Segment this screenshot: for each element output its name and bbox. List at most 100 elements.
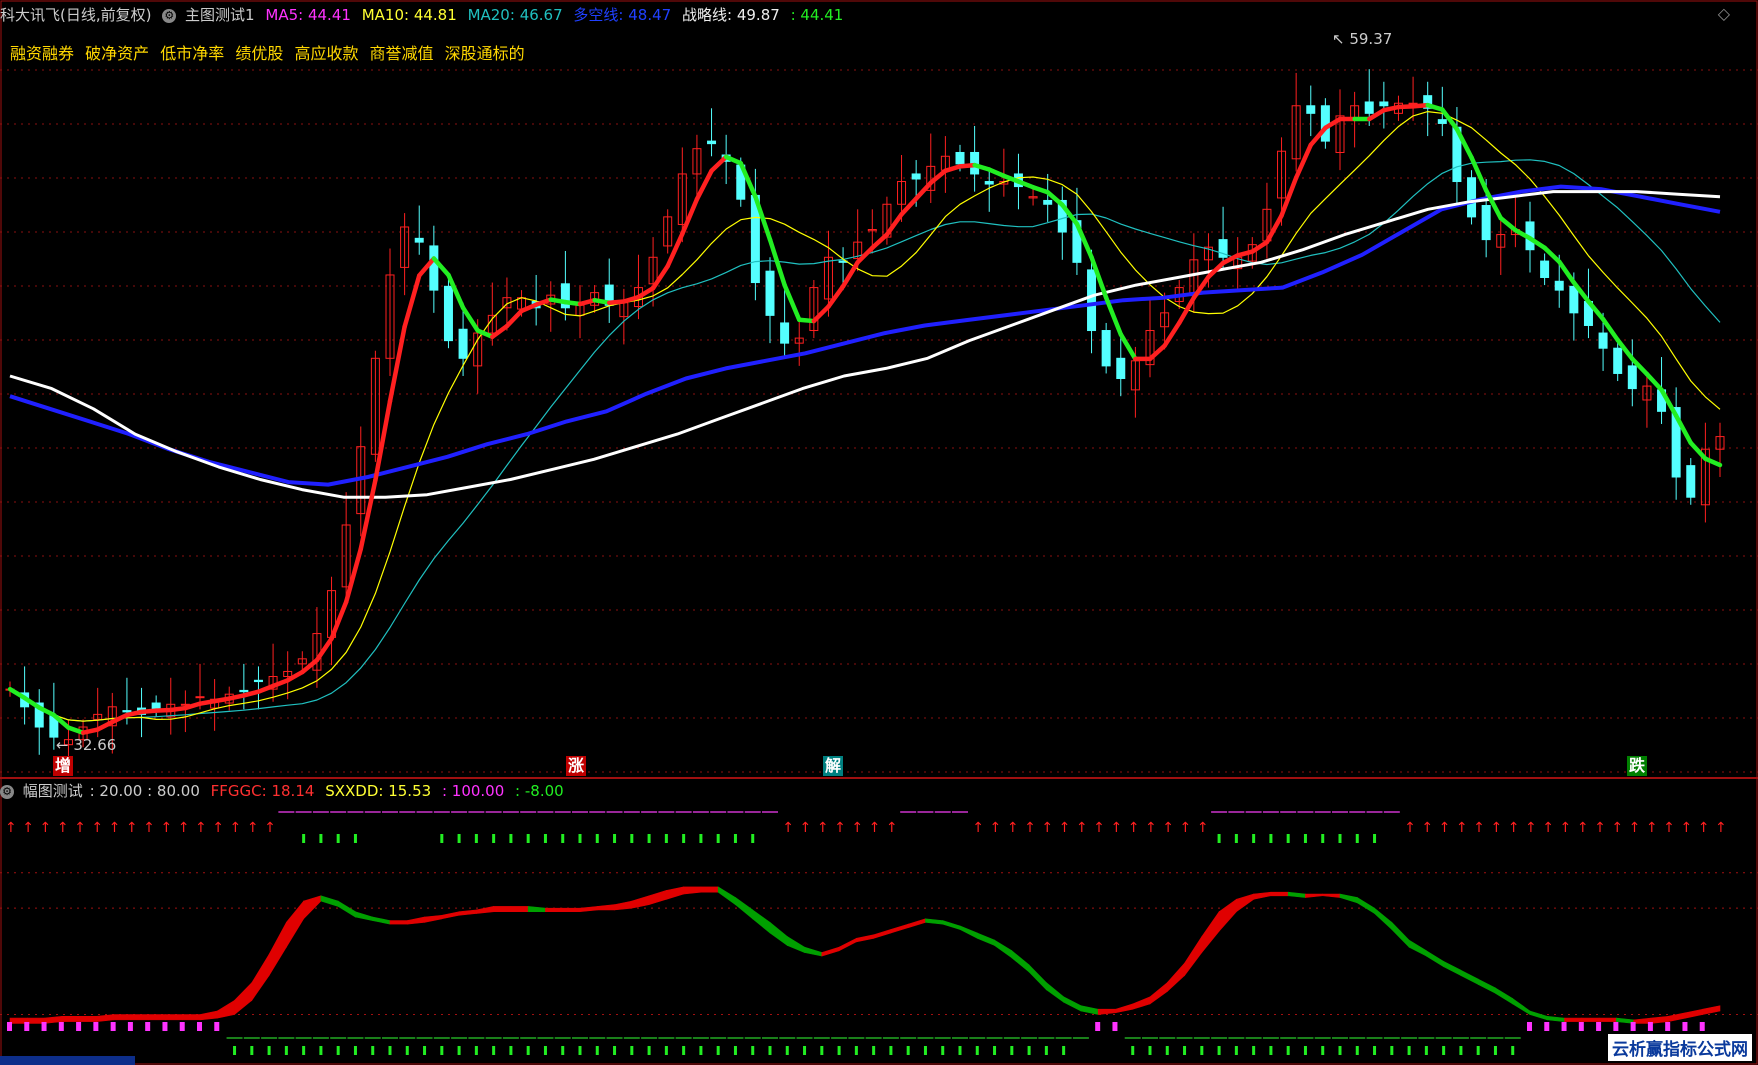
dkx-segment	[373, 398, 393, 483]
indicator-band	[804, 946, 823, 957]
green-tick-bottom	[492, 1046, 496, 1055]
indicator-band	[976, 932, 995, 946]
magenta-tick	[1682, 1022, 1688, 1031]
green-tick-bottom	[664, 1046, 668, 1055]
candle-body	[1087, 269, 1097, 332]
green-tick-bottom	[716, 1046, 720, 1055]
signal-increase: 增	[53, 756, 74, 776]
green-tick	[1269, 834, 1273, 843]
green-tick-bottom	[250, 1046, 254, 1055]
indicator-band	[441, 911, 460, 920]
ma5-label: MA5: 44.41	[265, 6, 351, 24]
up-arrow-icon: ↑	[57, 820, 69, 836]
value-neg8: : -8.00	[515, 782, 564, 800]
green-tick	[526, 834, 530, 843]
stock-title[interactable]: 科大讯飞(日线,前复权)	[0, 6, 151, 24]
last-value: : 44.41	[790, 6, 844, 24]
green-tick	[561, 834, 565, 843]
dkx-segment	[256, 683, 276, 694]
green-tick-bottom	[233, 1046, 237, 1055]
up-arrow-icon: ↑	[126, 820, 138, 836]
tag[interactable]: 低市净率	[160, 44, 224, 63]
sub-settings-icon[interactable]: ⚙	[0, 784, 14, 799]
tag[interactable]: 融资融券	[10, 44, 74, 63]
indicator-band	[1253, 891, 1272, 900]
dkx-segment	[460, 305, 480, 333]
date-indicator[interactable]	[0, 1056, 135, 1065]
candle-body	[955, 151, 965, 165]
up-arrow-icon: ↑	[1663, 820, 1675, 836]
indicator-band	[1132, 996, 1151, 1010]
diamond-icon[interactable]: ◇	[1718, 4, 1730, 23]
ma20-label: MA20: 46.67	[468, 6, 563, 24]
green-tick	[578, 834, 582, 843]
candle-body	[911, 173, 921, 180]
indicator-band	[579, 906, 598, 913]
green-tick	[457, 834, 461, 843]
green-tick-bottom	[1493, 1046, 1497, 1055]
indicator-band	[1218, 898, 1237, 933]
chart-name[interactable]: 主图测试1	[185, 6, 255, 24]
up-arrow-icon: ↑	[91, 820, 103, 836]
indicator-band	[147, 1014, 166, 1021]
stock-chart-window[interactable]: ↑ ↑ ↑ ↑ ↑ ↑ ↑ ↑ ↑ ↑ ↑ ↑ ↑ ↑ ↑ ↑ ↑ ↑ ↑ ↑ ↑ ↑ ↑ ↑ ↑ ↑ ↑ ↑ ↑ ↑ ↑ ↑ ↑ ↑ ↑ ↑ ↑ ↑ ↑ ↑…	[0, 0, 1758, 1065]
up-arrow-icon: ↑	[782, 820, 794, 836]
indicator-band	[303, 895, 322, 920]
ffggc-label-text: FFGGC:	[210, 782, 267, 800]
dkx-segment	[870, 232, 890, 251]
ma5-label-text: MA5:	[265, 6, 304, 24]
tag[interactable]: 绩优股	[235, 44, 283, 63]
green-tick-bottom	[837, 1046, 841, 1055]
settings-icon[interactable]: ⚙	[162, 8, 177, 23]
chart-canvas[interactable]: ↑ ↑ ↑ ↑ ↑ ↑ ↑ ↑ ↑ ↑ ↑ ↑ ↑ ↑ ↑ ↑ ↑ ↑ ↑ ↑ ↑ ↑ ↑ ↑ ↑ ↑ ↑ ↑ ↑ ↑ ↑ ↑ ↑ ↑ ↑ ↑ ↑ ↑ ↑ ↑…	[0, 0, 1758, 1065]
green-tick-bottom	[353, 1046, 357, 1055]
candle-body	[195, 696, 205, 699]
sub-chart-name[interactable]: 幅图测试	[23, 782, 83, 800]
green-tick-bottom	[785, 1046, 789, 1055]
indicator-band	[1546, 1015, 1565, 1022]
up-arrow-icon: ↑	[230, 820, 242, 836]
dkx-segment	[1264, 213, 1284, 245]
up-arrow-icon: ↑	[800, 820, 812, 836]
indicator-band	[1581, 1017, 1600, 1022]
indicator-band	[752, 909, 771, 934]
up-arrow-icon: ↑	[1560, 820, 1572, 836]
tag[interactable]: 高应收款	[294, 44, 358, 63]
green-tick	[1321, 834, 1325, 843]
dkx-segment	[943, 164, 963, 174]
signal-fall: 跌	[1627, 756, 1648, 776]
green-tick-bottom	[336, 1046, 340, 1055]
green-tick	[751, 834, 755, 843]
green-tick-bottom	[319, 1046, 323, 1055]
tag[interactable]: 商誉减值	[370, 44, 434, 63]
up-arrow-icon: ↑	[1162, 820, 1174, 836]
dkx-segment	[577, 297, 597, 307]
green-tick-bottom	[854, 1046, 858, 1055]
dkx-segment	[709, 154, 729, 174]
indicator-band	[61, 1016, 80, 1022]
up-arrow-icon: ↑	[247, 820, 259, 836]
magenta-tick	[1527, 1022, 1532, 1031]
candle-body	[707, 140, 717, 145]
up-arrow-icon: ↑	[1404, 820, 1416, 836]
sub-chart-header: ⚙ 幅图测试 : 20.00 : 80.00 FFGGC: 18.14 SXXD…	[0, 780, 570, 802]
indicator-band	[1184, 935, 1203, 977]
tag[interactable]: 深股通标的	[445, 44, 525, 63]
indicator-band	[1270, 891, 1289, 897]
green-tick-bottom	[958, 1046, 962, 1055]
indicator-band	[786, 936, 805, 953]
ma10-label-text: MA10:	[361, 6, 410, 24]
up-arrow-icon: ↑	[143, 820, 155, 836]
indicator-band	[406, 916, 425, 925]
candle-body	[1437, 119, 1447, 124]
green-tick	[1355, 834, 1359, 843]
dkx-segment	[1556, 259, 1577, 285]
candle-body	[1116, 357, 1126, 380]
green-tick	[682, 834, 686, 843]
green-tick-bottom	[1062, 1046, 1066, 1055]
tag[interactable]: 破净资产	[85, 44, 149, 63]
magenta-tick	[110, 1022, 116, 1031]
green-tick-bottom	[1442, 1046, 1446, 1055]
indicator-band	[130, 1014, 149, 1021]
up-arrow-icon: ↑	[1197, 820, 1209, 836]
